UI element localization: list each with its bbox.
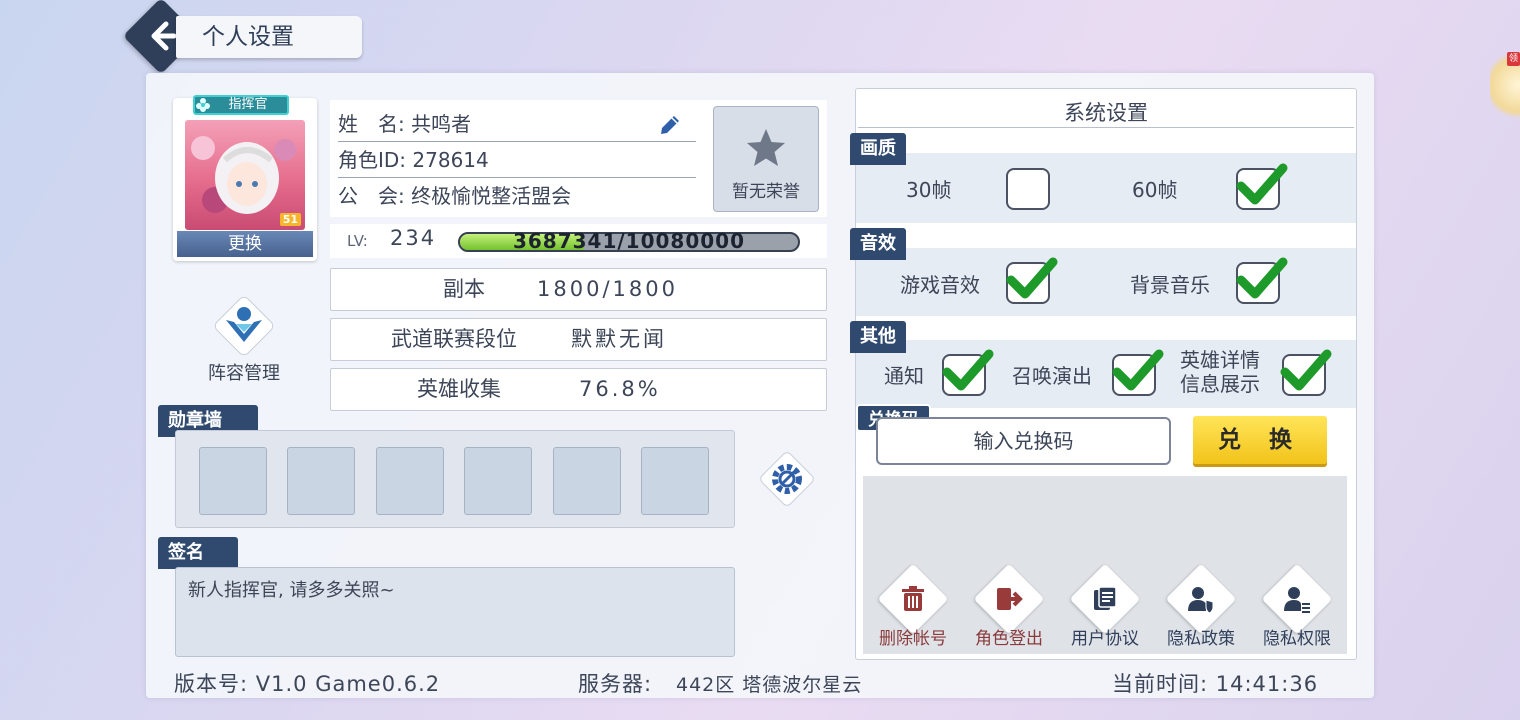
trash-icon	[902, 586, 924, 611]
stat-value: 默默无闻	[571, 327, 667, 351]
redeem-button[interactable]: 兑 换	[1193, 416, 1327, 464]
exp-text: 3687341/10080000	[512, 229, 746, 253]
quality-title: 画质	[850, 133, 906, 165]
summon-show-label: 召唤演出	[1012, 364, 1092, 388]
privacy-permission-label: 隐私权限	[1263, 629, 1331, 649]
name-value: 共鸣者	[411, 112, 472, 136]
redeem-code-input[interactable]: 输入兑换码	[876, 417, 1171, 465]
notify-checkmark-icon	[942, 349, 994, 391]
stat-row-dungeon: 副本 1800/1800	[330, 268, 827, 311]
delete-account-label: 删除帐号	[879, 629, 947, 649]
name-label: 姓 名:	[338, 112, 405, 136]
medal-slot[interactable]	[287, 447, 355, 515]
user-agreement-label: 用户协议	[1071, 629, 1139, 649]
lineup-manage-label[interactable]: 阵容管理	[196, 359, 292, 385]
fps60-label: 60帧	[1132, 178, 1178, 202]
medal-settings-gear-icon[interactable]	[754, 446, 820, 512]
other-title: 其他	[850, 321, 906, 353]
medal-slot[interactable]	[464, 447, 532, 515]
user-permission-icon	[1284, 587, 1310, 613]
signature-title: 签名	[158, 537, 238, 569]
guild-value: 终极愉悦整活盟会	[411, 184, 572, 208]
hero-detail-label: 英雄详情 信息展示	[1180, 348, 1260, 396]
hero-detail-label-line2: 信息展示	[1180, 372, 1260, 396]
guild-label: 公 会:	[338, 184, 405, 208]
notify-label: 通知	[884, 364, 924, 388]
version-text: 版本号: V1.0 Game0.6.2	[174, 672, 441, 696]
stat-label: 武道联赛段位	[391, 327, 517, 351]
honor-label: 暂无荣誉	[732, 182, 800, 202]
stat-label: 副本	[443, 277, 485, 301]
medal-slot[interactable]	[553, 447, 621, 515]
stat-row-hero-collection: 英雄收集 76.8%	[330, 368, 827, 411]
name-row: 姓 名: 共鸣者	[338, 106, 696, 142]
role-id-label: 角色ID:	[338, 148, 407, 172]
sound-title: 音效	[850, 228, 906, 260]
page-title: 个人设置	[176, 16, 362, 58]
level-label: LV:	[347, 232, 368, 250]
role-id-row: 角色ID: 278614	[338, 142, 696, 178]
avatar-level-badge: 51	[279, 213, 301, 226]
privacy-policy-label: 隐私政策	[1167, 629, 1235, 649]
flower-icon	[196, 98, 210, 112]
server-label: 服务器:	[578, 672, 653, 696]
hero-detail-checkmark-icon	[1280, 349, 1332, 391]
system-settings-title: 系统设置	[1064, 101, 1148, 125]
game-sound-checkmark-icon	[1006, 257, 1058, 299]
star-icon	[747, 129, 785, 166]
document-icon	[1094, 586, 1117, 610]
medal-slot[interactable]	[199, 447, 267, 515]
change-avatar-button[interactable]: 更换	[177, 231, 313, 257]
divider	[858, 127, 1354, 128]
fps60-checkmark-icon	[1236, 163, 1288, 205]
stat-row-league: 武道联赛段位 默默无闻	[330, 318, 827, 361]
game-sound-label: 游戏音效	[900, 273, 980, 297]
avatar[interactable]: 51	[185, 120, 305, 230]
signature-input[interactable]: 新人指挥官, 请多多关照~	[175, 567, 735, 657]
summon-show-checkmark-icon	[1112, 349, 1164, 391]
commander-tag-label: 指挥官	[228, 97, 268, 112]
edit-name-pencil-icon[interactable]	[657, 112, 683, 138]
stat-value: 1800/1800	[537, 277, 678, 301]
level-value: 234	[390, 226, 437, 250]
hero-detail-label-line1: 英雄详情	[1180, 348, 1260, 372]
fps30-checkbox[interactable]	[1006, 168, 1050, 210]
stat-value: 76.8%	[579, 377, 661, 401]
medal-slot[interactable]	[376, 447, 444, 515]
server-value: 442区 塔德波尔星云	[676, 674, 863, 696]
lineup-emblem-icon[interactable]	[208, 290, 280, 362]
role-id-value: 278614	[412, 148, 489, 172]
current-time: 当前时间: 14:41:36	[1112, 672, 1319, 696]
medal-slot[interactable]	[641, 447, 709, 515]
bg-music-checkmark-icon	[1236, 257, 1288, 299]
event-badge-label: 领	[1507, 52, 1520, 66]
stat-label: 英雄收集	[417, 377, 501, 401]
privacy-shield-icon	[1188, 587, 1214, 614]
fps30-label: 30帧	[906, 178, 952, 202]
bg-music-label: 背景音乐	[1130, 273, 1210, 297]
guild-row: 公 会: 终极愉悦整活盟会	[338, 178, 696, 214]
logout-icon	[997, 588, 1023, 610]
logout-label: 角色登出	[975, 629, 1043, 649]
